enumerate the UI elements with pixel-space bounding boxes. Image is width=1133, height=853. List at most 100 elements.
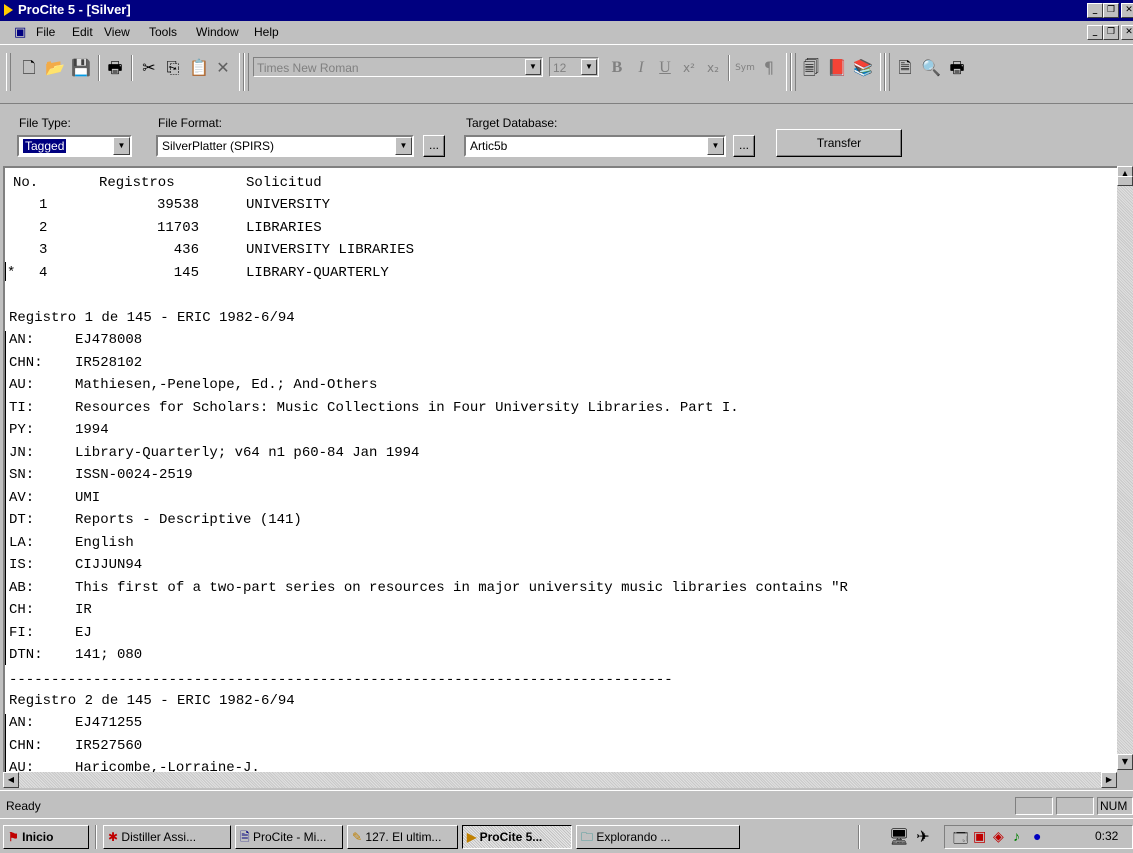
field-row: AN: EJ478008 [9,332,143,348]
chevron-down-icon[interactable]: ▼ [525,59,541,75]
print-bib-icon[interactable]: 🖶 [946,57,968,79]
symbol-icon[interactable]: Sym [734,57,756,79]
tray-icon[interactable]: 🗔 [953,828,968,852]
file-format-browse-button[interactable]: ... [423,135,445,157]
menu-file[interactable]: File [36,25,55,39]
target-database-select[interactable]: Artic5b ▼ [464,135,726,157]
field-row: AN: EJ471255 [9,715,143,731]
scroll-thumb[interactable] [1117,176,1133,186]
volume-icon[interactable]: ♪ [1013,828,1020,844]
field-row: PY: 1994 [9,422,109,438]
font-name-select[interactable]: Times New Roman ▼ [253,57,543,77]
start-button[interactable]: ⚑ Inicio [3,825,89,849]
horizontal-scrollbar[interactable]: ◀ ▶ [3,772,1117,788]
menu-window[interactable]: Window [196,25,239,39]
field-row: AU: Mathiesen,-Penelope, Ed.; And-Others [9,377,378,393]
field-row: IS: CIJJUN94 [9,557,143,573]
network-icon[interactable]: ● [1033,828,1041,844]
chevron-down-icon[interactable]: ▼ [707,137,724,155]
paste-icon[interactable]: 📋 [188,57,210,79]
task-127[interactable]: ✎ 127. El ultim... [347,825,458,849]
task-explorer[interactable]: 🗀 Explorando ... [576,825,740,849]
record-toolbar-grip[interactable] [791,53,796,91]
desktop-icon[interactable]: 🖥 [888,826,910,848]
task-distiller[interactable]: ✱ Distiller Assi... [103,825,231,849]
vertical-scrollbar[interactable]: ▲ ▼ [1117,166,1133,770]
open-icon[interactable]: 📂 [44,57,66,79]
close-icon[interactable]: ✕ [1121,3,1133,18]
record-header: Registro 1 de 145 - ERIC 1982-6/94 [9,310,295,326]
cut-icon[interactable]: ✂ [138,57,160,79]
file-type-select[interactable]: Tagged ▼ [17,135,132,157]
record-separator: ----------------------------------------… [9,672,673,688]
record-view-icon[interactable]: 🗐 [800,57,822,79]
scroll-right-icon[interactable]: ▶ [1101,772,1117,788]
num-lock-indicator: NUM [1097,797,1133,815]
print-icon[interactable]: 🖶 [104,57,126,79]
book-icon[interactable]: 📕 [826,57,848,79]
field-row: DTN: 141; 080 [9,647,143,663]
underline-icon[interactable]: U [654,57,676,79]
file-format-label: File Format: [158,116,223,130]
copy-icon[interactable]: ⎘ [162,57,184,79]
font-size-select[interactable]: 12 ▼ [549,57,599,77]
superscript-icon[interactable]: x² [678,57,700,79]
task-procite-5[interactable]: ▶ ProCite 5... [462,825,572,849]
delete-icon[interactable]: ✕ [212,57,234,79]
books-icon[interactable]: 📚 [852,57,874,79]
file-type-label: File Type: [19,116,71,130]
status-text: Ready [6,799,41,813]
doc-restore-icon[interactable]: ❐ [1103,25,1119,40]
system-tray: 🗔 ▣ ◈ ♪ ● 0:32 [944,825,1133,849]
print-preview-icon[interactable]: 🔍 [920,57,942,79]
field-row: CHN: IR528102 [9,355,143,371]
title-bar: ProCite 5 - [Silver] _ ❐ ✕ [0,0,1133,21]
target-database-browse-button[interactable]: ... [733,135,755,157]
menu-view[interactable]: View [104,25,130,39]
preview-icon[interactable]: 🗎 [894,57,916,79]
italic-icon[interactable]: I [630,57,652,79]
clock[interactable]: 0:32 [1095,829,1118,843]
windows-logo-icon: ⚑ [8,830,19,844]
record-header: Registro 2 de 145 - ERIC 1982-6/94 [9,693,295,709]
minimize-icon[interactable]: _ [1087,3,1103,18]
menu-help[interactable]: Help [254,25,279,39]
field-row: FI: EJ [9,625,92,641]
chevron-down-icon[interactable]: ▼ [581,59,597,75]
output-toolbar-grip[interactable] [885,53,890,91]
new-icon[interactable]: 🗋 [18,57,40,79]
save-icon[interactable]: 💾 [70,57,92,79]
menu-tools[interactable]: Tools [149,25,177,39]
format-toolbar-grip[interactable] [244,53,249,91]
status-bar: Ready NUM [0,790,1133,819]
chevron-down-icon[interactable]: ▼ [113,137,130,155]
paragraph-icon[interactable]: ¶ [758,57,780,79]
status-panel-empty [1056,797,1094,815]
restore-icon[interactable]: ❐ [1103,3,1119,18]
doc-close-icon[interactable]: ✕ [1121,25,1133,40]
toolbar-grip[interactable] [6,53,11,91]
doc-minimize-icon[interactable]: _ [1087,25,1103,40]
quicklaunch-icon[interactable]: ✈ [912,826,934,848]
document-icon[interactable]: ▣ [14,25,26,40]
menu-bar: ▣ File Edit View Tools Window Help _ ❐ ✕ [0,21,1133,43]
field-row: TI: Resources for Scholars: Music Collect… [9,400,739,416]
field-row: AB: This first of a two-part series on re… [9,580,848,596]
task-procite-word[interactable]: 🗎 ProCite - Mi... [235,825,343,849]
field-row: SN: ISSN-0024-2519 [9,467,193,483]
bold-icon[interactable]: B [606,57,628,79]
results-text-area[interactable]: No. Registros Solicitud 1 39538 UNIVERSITY 2… [3,166,1117,772]
tray-icon[interactable]: ▣ [973,828,986,845]
field-row: DT: Reports - Descriptive (141) [9,512,302,528]
field-row: AV: UMI [9,490,101,506]
file-format-select[interactable]: SilverPlatter (SPIRS) ▼ [156,135,414,157]
subscript-icon[interactable]: x₂ [702,57,724,79]
menu-edit[interactable]: Edit [72,25,93,39]
chevron-down-icon[interactable]: ▼ [395,137,412,155]
distiller-icon: ✱ [108,830,119,844]
transfer-button[interactable]: Transfer [776,129,902,157]
tray-icon[interactable]: ◈ [993,828,1004,845]
scroll-down-icon[interactable]: ▼ [1117,754,1133,770]
procite-app-icon[interactable] [4,4,13,16]
scroll-left-icon[interactable]: ◀ [3,772,19,788]
